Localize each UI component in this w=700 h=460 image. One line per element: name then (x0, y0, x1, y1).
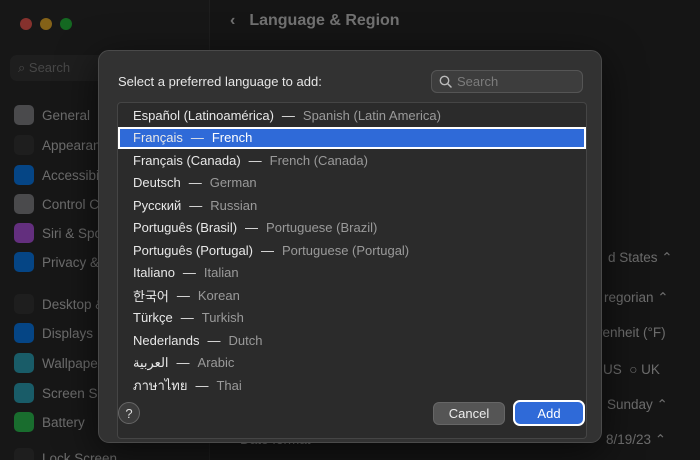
language-english-name: French (Canada) (269, 152, 368, 168)
language-separator: — (260, 242, 274, 258)
language-list[interactable]: Español (Latinoamérica) — Spanish (Latin A… (117, 102, 587, 439)
language-native-name: Italiano (133, 265, 175, 281)
language-separator: — (245, 220, 259, 236)
cancel-button[interactable]: Cancel (433, 402, 505, 425)
language-separator: — (180, 310, 194, 326)
language-row[interactable]: ภาษาไทย — Thai (118, 374, 586, 397)
language-english-name: Thai (216, 377, 242, 393)
language-row[interactable]: Français — French (118, 126, 586, 149)
language-english-name: Russian (210, 197, 258, 213)
language-native-name: Español (Latinoamérica) (133, 107, 274, 123)
language-native-name: Deutsch (133, 175, 181, 191)
language-english-name: Korean (197, 287, 240, 303)
language-separator: — (248, 152, 262, 168)
language-separator: — (182, 265, 196, 281)
language-native-name: ภาษาไทย (133, 377, 188, 393)
help-button[interactable]: ? (118, 402, 140, 424)
language-separator: — (195, 377, 209, 393)
language-row[interactable]: العربية — Arabic (118, 352, 586, 375)
language-english-name: Dutch (228, 332, 263, 348)
language-english-name: Italian (203, 265, 239, 281)
language-row[interactable]: Nederlands — Dutch (118, 329, 586, 352)
language-english-name: Spanish (Latin America) (302, 107, 441, 123)
language-row[interactable]: Türkçe — Turkish (118, 307, 586, 330)
language-row[interactable]: Italiano — Italian (118, 262, 586, 285)
language-native-name: Русский (133, 197, 182, 213)
language-separator: — (190, 130, 204, 146)
language-row[interactable]: Español (Latinoamérica) — Spanish (Latin A… (118, 104, 586, 127)
language-english-name: Portuguese (Portugal) (281, 242, 410, 258)
language-native-name: Français (Canada) (133, 152, 241, 168)
language-english-name: German (209, 175, 257, 191)
language-english-name: French (211, 130, 253, 146)
language-search-input[interactable] (457, 74, 577, 89)
language-row[interactable]: Français (Canada) — French (Canada) (118, 149, 586, 172)
language-native-name: العربية (133, 354, 169, 370)
search-icon (439, 75, 452, 88)
language-native-name: Türkçe (133, 310, 173, 326)
sheet-prompt: Select a preferred language to add: (118, 74, 322, 89)
language-row[interactable]: Deutsch — German (118, 172, 586, 195)
language-row[interactable]: 한국어 — Korean (118, 284, 586, 307)
language-row[interactable]: Русский — Russian (118, 194, 586, 217)
language-separator: — (176, 355, 190, 371)
language-search-field[interactable] (431, 70, 583, 93)
language-separator: — (189, 197, 203, 213)
add-language-sheet: Select a preferred language to add: Espa… (98, 50, 602, 443)
language-row[interactable]: Português (Brasil) — Portuguese (Brazil) (118, 217, 586, 240)
language-english-name: Portuguese (Brazil) (266, 220, 378, 236)
language-native-name: Português (Portugal) (133, 242, 253, 258)
language-separator: — (207, 332, 221, 348)
language-native-name: Português (Brasil) (133, 220, 238, 236)
language-separator: — (188, 175, 202, 191)
language-separator: — (176, 287, 190, 303)
language-native-name: Français (133, 130, 183, 146)
language-english-name: Arabic (197, 355, 235, 371)
language-separator: — (281, 107, 295, 123)
language-native-name: 한국어 (133, 288, 169, 304)
add-button[interactable]: Add (513, 400, 585, 426)
language-english-name: Turkish (201, 310, 244, 326)
language-row[interactable]: Português (Portugal) — Portuguese (Portuga… (118, 239, 586, 262)
language-native-name: Nederlands (133, 332, 200, 348)
